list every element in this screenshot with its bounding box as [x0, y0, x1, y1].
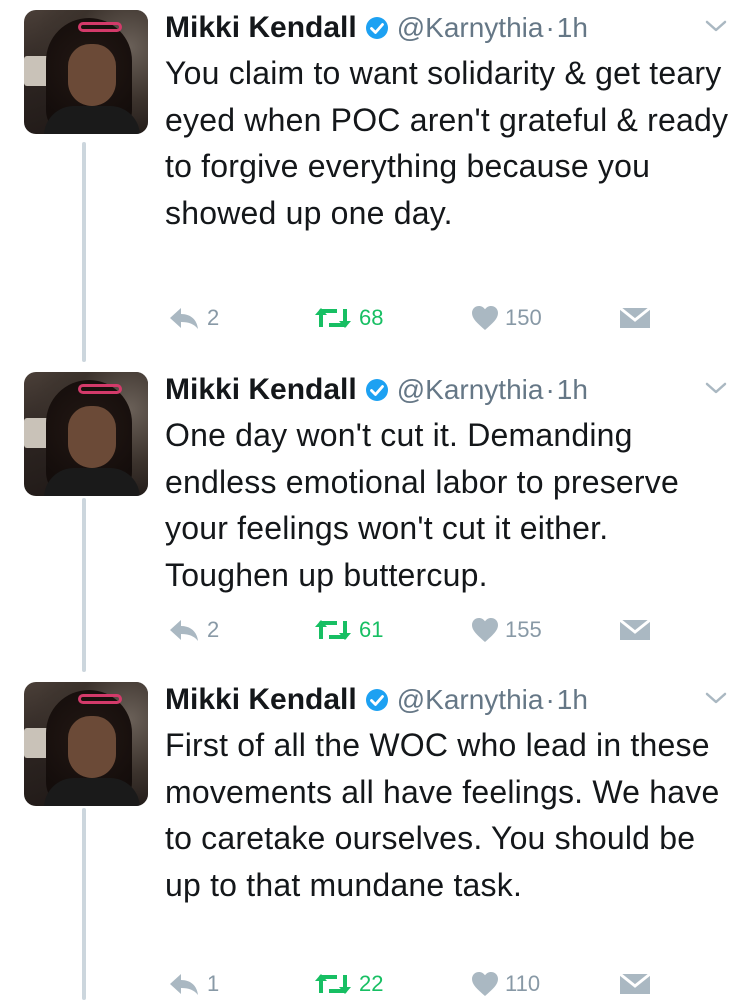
tweet-header: Mikki Kendall @Karnythia · 1h [165, 8, 588, 48]
reply-button[interactable]: 2 [167, 302, 219, 334]
reply-icon [170, 620, 198, 641]
separator-dot: · [545, 374, 555, 405]
like-button[interactable]: 150 [471, 302, 542, 334]
chevron-down-icon[interactable] [704, 18, 728, 34]
verified-badge-icon [365, 689, 388, 711]
heart-icon [472, 306, 498, 330]
reply-icon [170, 974, 198, 995]
like-count: 150 [505, 305, 542, 330]
retweet-count: 22 [359, 971, 384, 996]
like-count: 110 [505, 971, 541, 996]
reply-button[interactable]: 2 [167, 614, 219, 646]
author-name[interactable]: Mikki Kendall [165, 11, 357, 45]
direct-message-button[interactable] [619, 968, 651, 1000]
tweet-header: Mikki Kendall @Karnythia · 1h [165, 680, 588, 720]
tweet-header: Mikki Kendall @Karnythia · 1h [165, 370, 588, 410]
like-count: 155 [505, 617, 542, 642]
tweet-actions: 2 68 150 [165, 302, 665, 334]
tweet-actions: 2 61 155 [165, 614, 665, 646]
retweet-icon [315, 308, 351, 328]
author-name[interactable]: Mikki Kendall [165, 683, 357, 717]
timestamp[interactable]: 1h [557, 684, 588, 716]
retweet-icon [315, 974, 351, 994]
like-button[interactable]: 155 [471, 614, 542, 646]
separator-dot: · [545, 12, 555, 43]
like-button[interactable]: 110 [471, 968, 540, 1000]
thread-connector-line [82, 808, 86, 1000]
thread-connector-line [82, 498, 86, 672]
envelope-icon [619, 306, 651, 328]
reply-icon [170, 308, 198, 329]
envelope-icon [619, 618, 651, 640]
avatar[interactable] [24, 682, 148, 806]
reply-count: 2 [207, 305, 220, 330]
avatar[interactable] [24, 372, 148, 496]
verified-badge-icon [365, 379, 388, 401]
heart-icon [472, 618, 498, 642]
direct-message-button[interactable] [619, 302, 651, 334]
direct-message-button[interactable] [619, 614, 651, 646]
tweet-text: First of all the WOC who lead in these m… [165, 727, 720, 903]
author-handle[interactable]: @Karnythia [397, 12, 544, 44]
author-handle[interactable]: @Karnythia [397, 374, 544, 406]
reply-count: 1 [207, 971, 220, 996]
tweet-actions: 1 22 110 [165, 968, 665, 1000]
envelope-icon [619, 972, 651, 994]
tweet-text: One day won't cut it. Demanding endless … [165, 417, 679, 593]
retweet-button[interactable]: 61 [313, 614, 383, 646]
separator-dot: · [545, 684, 555, 715]
chevron-down-icon[interactable] [704, 380, 728, 396]
retweet-count: 68 [359, 305, 384, 330]
timestamp[interactable]: 1h [557, 12, 588, 44]
retweet-button[interactable]: 68 [313, 302, 383, 334]
author-name[interactable]: Mikki Kendall [165, 373, 357, 407]
reply-button[interactable]: 1 [167, 968, 219, 1000]
tweet-text: You claim to want solidarity & get teary… [165, 55, 729, 231]
heart-icon [472, 972, 498, 996]
retweet-button[interactable]: 22 [313, 968, 383, 1000]
verified-badge-icon [365, 17, 388, 39]
reply-count: 2 [207, 617, 220, 642]
avatar[interactable] [24, 10, 148, 134]
retweet-icon [315, 620, 351, 640]
timestamp[interactable]: 1h [557, 374, 588, 406]
author-handle[interactable]: @Karnythia [397, 684, 544, 716]
thread-connector-line [82, 142, 86, 362]
retweet-count: 61 [359, 617, 384, 642]
chevron-down-icon[interactable] [704, 690, 728, 706]
